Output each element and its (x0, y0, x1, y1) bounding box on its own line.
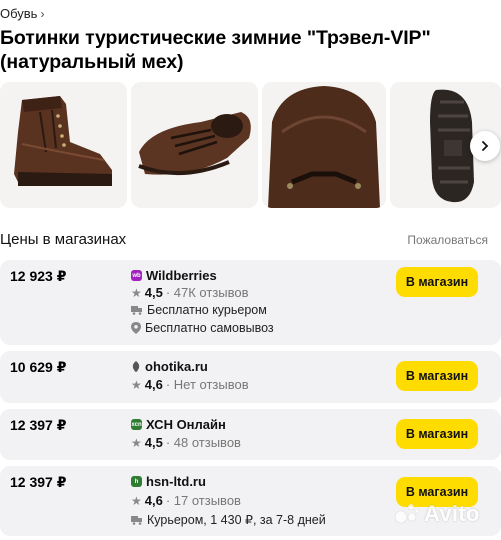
offer-card: 12 923 ₽ wb Wildberries ★ 4,5 · 47К отзы… (0, 260, 501, 345)
shop-link[interactable]: ohotika.ru (131, 359, 208, 374)
prices-section-title: Цены в магазинах (0, 231, 127, 248)
product-title-line1: Ботинки туристические зимние "Трэвел-VIP… (0, 27, 431, 49)
gallery-image-boot-top[interactable] (131, 82, 258, 208)
shop-rating: ★ 4,6 · Нет отзывов (131, 377, 249, 392)
shop-name[interactable]: Wildberries (146, 268, 217, 283)
reviews-count[interactable]: · 17 отзывов (166, 493, 241, 508)
reviews-count[interactable]: · 48 отзывов (166, 435, 241, 450)
offer-card: 10 629 ₽ ohotika.ru ★ 4,6 · Нет отзывов … (0, 351, 501, 403)
gallery-next-button[interactable] (470, 131, 500, 161)
shop-rating: ★ 4,5 · 47К отзывов (131, 285, 249, 300)
avito-logo-icon (394, 503, 420, 524)
rating-score: 4,5 (144, 285, 163, 300)
reviews-count[interactable]: · 47К отзывов (166, 285, 249, 300)
shop-name[interactable]: hsn-ltd.ru (146, 474, 206, 489)
breadcrumb[interactable]: Обувь › (0, 6, 44, 21)
shop-link[interactable]: wb Wildberries (131, 268, 217, 283)
shop-link[interactable]: xcn ХСН Онлайн (131, 417, 226, 432)
rating-score: 4,5 (144, 435, 163, 450)
xcn-logo-icon: xcn (131, 419, 142, 430)
star-icon: ★ (131, 377, 142, 392)
boot-side-image (0, 82, 127, 208)
go-to-shop-button[interactable]: В магазин (396, 361, 478, 391)
go-to-shop-button[interactable]: В магазин (396, 267, 478, 297)
star-icon: ★ (131, 435, 142, 450)
truck-icon (131, 306, 142, 315)
avito-watermark: Avito (394, 501, 480, 527)
boot-toe-image (262, 82, 386, 208)
product-title: Ботинки туристические зимние "Трэвел-VIP… (0, 26, 495, 74)
offer-price: 12 923 ₽ (10, 268, 67, 284)
gallery-image-boot-toe[interactable] (262, 82, 386, 208)
ohotika-logo-icon (132, 361, 140, 372)
shop-name[interactable]: ХСН Онлайн (146, 417, 226, 432)
offer-price: 12 397 ₽ (10, 474, 67, 490)
shop-rating: ★ 4,5 · 48 отзывов (131, 435, 241, 450)
boot-top-image (131, 82, 258, 208)
image-gallery (0, 82, 501, 210)
go-to-shop-button[interactable]: В магазин (396, 419, 478, 449)
delivery-text: Курьером, 1 430 ₽, за 7-8 дней (147, 513, 326, 527)
offer-price: 12 397 ₽ (10, 417, 67, 433)
rating-score: 4,6 (144, 377, 163, 392)
delivery-text: Бесплатно курьером (147, 303, 267, 317)
offer-price: 10 629 ₽ (10, 359, 67, 375)
truck-icon (131, 515, 142, 525)
gallery-image-boot-side[interactable] (0, 82, 127, 208)
rating-score: 4,6 (144, 493, 163, 508)
delivery-pickup: Бесплатно самовывоз (131, 321, 274, 335)
reviews-count[interactable]: · Нет отзывов (166, 377, 249, 392)
shop-name[interactable]: ohotika.ru (145, 359, 208, 374)
location-pin-icon (131, 322, 141, 334)
shop-link[interactable]: h hsn-ltd.ru (131, 474, 206, 489)
delivery-courier: Курьером, 1 430 ₽, за 7-8 дней (131, 512, 326, 527)
chevron-right-icon: › (40, 6, 45, 21)
star-icon: ★ (131, 493, 142, 508)
shop-rating: ★ 4,6 · 17 отзывов (131, 493, 241, 508)
breadcrumb-label[interactable]: Обувь (0, 6, 37, 21)
product-title-line2: (натуральный мех) (0, 51, 184, 73)
delivery-text: Бесплатно самовывоз (145, 321, 274, 335)
offer-card: 12 397 ₽ xcn ХСН Онлайн ★ 4,5 · 48 отзыв… (0, 409, 501, 460)
star-icon: ★ (131, 285, 142, 300)
hsn-logo-icon: h (131, 476, 142, 487)
wildberries-logo-icon: wb (131, 270, 142, 281)
chevron-right-icon (482, 141, 489, 151)
complain-link[interactable]: Пожаловаться (407, 233, 488, 247)
delivery-courier: Бесплатно курьером (131, 303, 267, 317)
watermark-text: Avito (424, 501, 480, 526)
